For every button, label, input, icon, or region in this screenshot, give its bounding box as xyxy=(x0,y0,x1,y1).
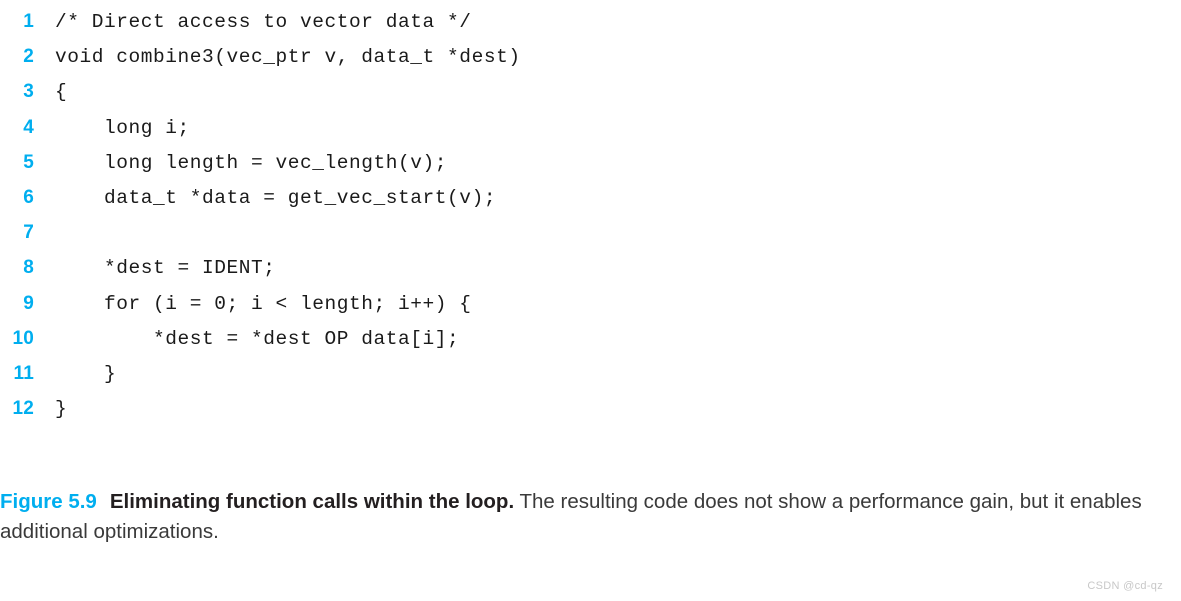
line-number: 12 xyxy=(12,398,34,420)
figure-caption: Figure 5.9 Eliminating function calls wit… xyxy=(0,487,1176,547)
code-line: 2 void combine3(vec_ptr v, data_t *dest) xyxy=(0,39,1181,74)
line-number: 11 xyxy=(13,362,34,384)
code-line-text: data_t *data = get_vec_start(v); xyxy=(55,186,497,209)
code-line-text: void combine3(vec_ptr v, data_t *dest) xyxy=(55,46,521,69)
code-listing: 1 /* Direct access to vector data */ 2 v… xyxy=(0,4,1181,426)
line-number: 5 xyxy=(23,151,34,173)
line-number: 3 xyxy=(23,81,34,103)
code-line-text: } xyxy=(55,362,117,385)
line-number: 7 xyxy=(23,222,34,244)
code-line-text: long length = vec_length(v); xyxy=(55,151,448,174)
code-line: 4 long i; xyxy=(0,110,1181,145)
code-line-text: { xyxy=(55,81,68,104)
code-line: 5 long length = vec_length(v); xyxy=(0,145,1181,180)
code-line: 11 } xyxy=(0,356,1181,391)
line-number: 6 xyxy=(23,186,34,208)
code-line-text: *dest = *dest OP data[i]; xyxy=(55,327,460,350)
code-line: 6 data_t *data = get_vec_start(v); xyxy=(0,180,1181,215)
code-line-text: *dest = IDENT; xyxy=(55,257,276,280)
figure-label: Figure 5.9 xyxy=(0,490,97,513)
line-number: 10 xyxy=(12,327,34,349)
figure-5-9: 1 /* Direct access to vector data */ 2 v… xyxy=(0,0,1181,601)
code-line-text: long i; xyxy=(55,116,190,139)
code-line: 10 *dest = *dest OP data[i]; xyxy=(0,321,1181,356)
code-line: 3 { xyxy=(0,74,1181,109)
line-number: 1 xyxy=(23,11,34,32)
line-number: 8 xyxy=(23,257,34,279)
watermark: CSDN @cd-qz xyxy=(1087,580,1163,592)
code-line-text: } xyxy=(55,398,68,421)
code-line: 7 xyxy=(0,215,1181,250)
code-line-text: /* Direct access to vector data */ xyxy=(55,11,472,33)
code-line: 9 for (i = 0; i < length; i++) { xyxy=(0,286,1181,321)
code-line-text: for (i = 0; i < length; i++) { xyxy=(55,292,472,315)
code-line: 8 *dest = IDENT; xyxy=(0,250,1181,285)
line-number: 2 xyxy=(23,46,34,68)
figure-title: Eliminating function calls within the lo… xyxy=(109,490,515,513)
code-line: 1 /* Direct access to vector data */ xyxy=(0,4,1181,39)
line-number: 4 xyxy=(23,116,34,138)
code-line: 12 } xyxy=(0,391,1181,426)
line-number: 9 xyxy=(23,292,34,314)
